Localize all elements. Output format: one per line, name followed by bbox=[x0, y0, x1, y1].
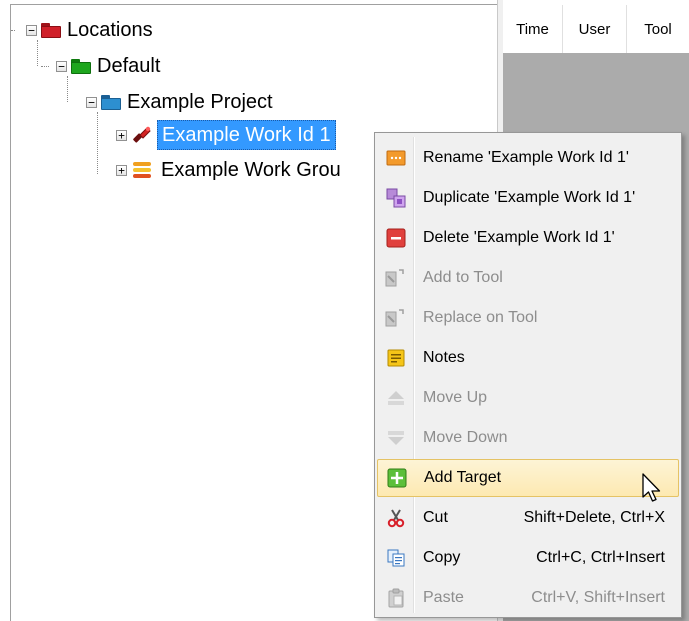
red-folder-icon bbox=[41, 22, 61, 38]
collapse-toggle[interactable]: − bbox=[56, 60, 67, 72]
column-header-tool[interactable]: Tool bbox=[627, 5, 689, 53]
menu-item-move-down[interactable]: Move Down bbox=[377, 419, 679, 457]
menu-item-delete[interactable]: Delete 'Example Work Id 1' bbox=[377, 219, 679, 257]
tree-node-locations[interactable]: − Locations bbox=[26, 15, 153, 45]
tree-connector bbox=[41, 66, 49, 67]
tree-node-label: Example Project bbox=[127, 90, 273, 113]
rename-icon bbox=[385, 147, 407, 169]
add-target-icon bbox=[386, 467, 408, 489]
menu-item-cut[interactable]: Cut Shift+Delete, Ctrl+X bbox=[377, 499, 679, 537]
replace-on-tool-icon bbox=[385, 307, 407, 329]
tree-connector bbox=[97, 112, 98, 174]
paste-icon bbox=[385, 587, 407, 609]
menu-item-label: Add to Tool bbox=[423, 269, 503, 286]
tree-node-label: Example Work Id 1 bbox=[157, 120, 336, 150]
menu-item-replace-on-tool[interactable]: Replace on Tool bbox=[377, 299, 679, 337]
notes-icon bbox=[385, 347, 407, 369]
tree-node-example-project[interactable]: − Example Project bbox=[86, 87, 273, 117]
menu-item-label: Cut bbox=[423, 509, 448, 526]
menu-item-label: Paste bbox=[423, 589, 464, 606]
grid-header: Time User Tool bbox=[503, 5, 689, 54]
menu-item-add-to-tool[interactable]: Add to Tool bbox=[377, 259, 679, 297]
column-header-time[interactable]: Time bbox=[503, 5, 563, 53]
menu-item-duplicate[interactable]: Duplicate 'Example Work Id 1' bbox=[377, 179, 679, 217]
move-down-icon bbox=[385, 427, 407, 449]
collapse-toggle[interactable]: − bbox=[26, 24, 37, 36]
tree-node-example-work-id-1[interactable]: + Example Work Id 1 bbox=[116, 120, 336, 150]
collapse-toggle[interactable]: − bbox=[86, 96, 97, 108]
tree-connector bbox=[11, 30, 15, 31]
add-to-tool-icon bbox=[385, 267, 407, 289]
menu-item-label: Move Up bbox=[423, 389, 488, 406]
mouse-cursor-icon bbox=[641, 473, 663, 505]
menu-item-rename[interactable]: Rename 'Example Work Id 1' bbox=[377, 139, 679, 177]
menu-item-paste[interactable]: Paste Ctrl+V, Shift+Insert bbox=[377, 579, 679, 617]
column-header-user[interactable]: User bbox=[563, 5, 627, 53]
tree-node-label: Locations bbox=[67, 18, 153, 41]
expand-toggle[interactable]: + bbox=[116, 164, 127, 176]
pane-border-left bbox=[10, 4, 11, 621]
menu-item-shortcut: Ctrl+V, Shift+Insert bbox=[531, 589, 665, 606]
stack-icon bbox=[131, 160, 153, 180]
menu-item-notes[interactable]: Notes bbox=[377, 339, 679, 377]
menu-item-label: Duplicate 'Example Work Id 1' bbox=[423, 189, 636, 206]
pane-border-top bbox=[10, 4, 497, 5]
menu-item-move-up[interactable]: Move Up bbox=[377, 379, 679, 417]
tree-node-default[interactable]: − Default bbox=[56, 51, 160, 81]
tree-node-example-work-group[interactable]: + Example Work Grou bbox=[116, 155, 341, 185]
menu-item-label: Notes bbox=[423, 349, 465, 366]
menu-item-label: Rename 'Example Work Id 1' bbox=[423, 149, 629, 166]
tree-node-label: Example Work Grou bbox=[161, 158, 341, 181]
menu-item-copy[interactable]: Copy Ctrl+C, Ctrl+Insert bbox=[377, 539, 679, 577]
menu-item-add-target[interactable]: Add Target bbox=[377, 459, 679, 497]
scissors-icon bbox=[385, 507, 407, 529]
duplicate-icon bbox=[385, 187, 407, 209]
delete-icon bbox=[385, 227, 407, 249]
copy-icon bbox=[385, 547, 407, 569]
menu-item-label: Copy bbox=[423, 549, 461, 566]
context-menu: Rename 'Example Work Id 1' Duplicate 'Ex… bbox=[374, 132, 682, 618]
blue-folder-icon bbox=[101, 94, 121, 110]
menu-item-label: Move Down bbox=[423, 429, 508, 446]
expand-toggle[interactable]: + bbox=[116, 129, 127, 141]
tool-red-icon bbox=[131, 124, 153, 146]
menu-item-label: Delete 'Example Work Id 1' bbox=[423, 229, 615, 246]
menu-item-label: Add Target bbox=[424, 469, 502, 486]
green-folder-icon bbox=[71, 58, 91, 74]
menu-item-label: Replace on Tool bbox=[423, 309, 538, 326]
menu-item-shortcut: Ctrl+C, Ctrl+Insert bbox=[536, 549, 665, 566]
tree-node-label: Default bbox=[97, 54, 161, 77]
move-up-icon bbox=[385, 387, 407, 409]
menu-item-shortcut: Shift+Delete, Ctrl+X bbox=[523, 509, 665, 526]
